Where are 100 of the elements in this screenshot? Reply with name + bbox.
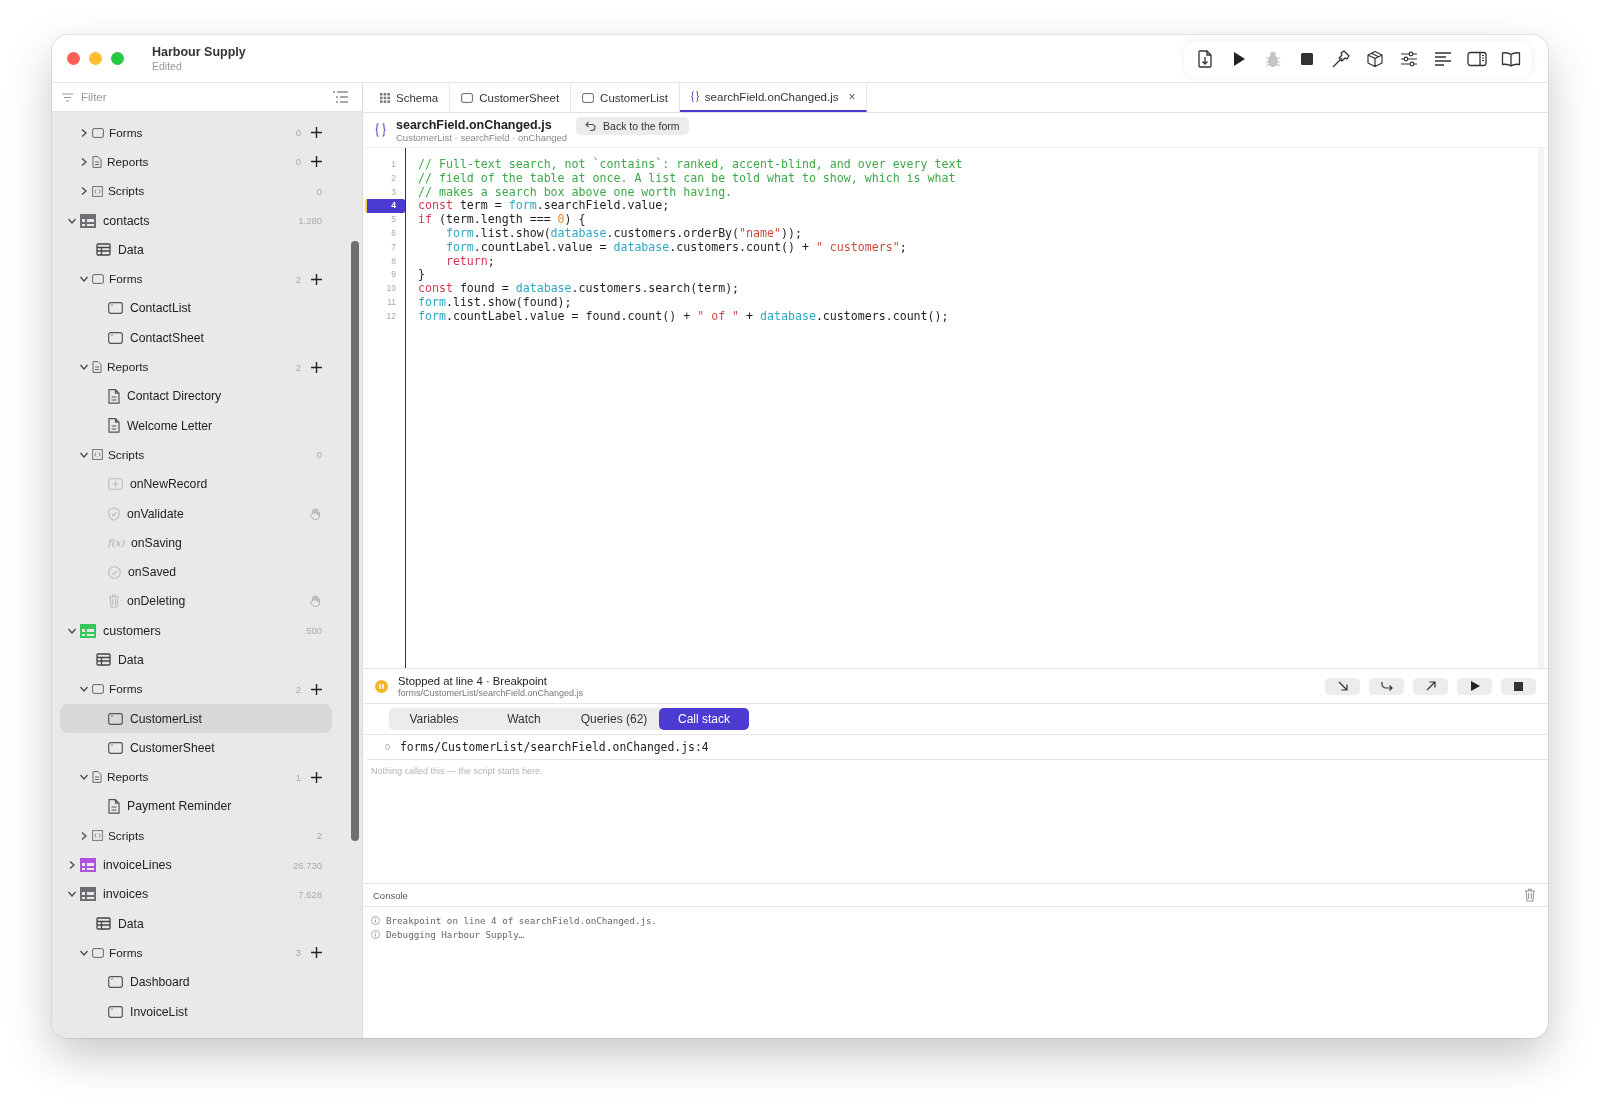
tree-item[interactable]: f(x) onSaving xyxy=(60,528,332,558)
tree-item-label: CustomerList xyxy=(130,711,202,726)
debugger-tab[interactable]: Watch xyxy=(479,708,569,730)
code-line: form.countLabel.value = found.count() + " of " + database.customers.count(); xyxy=(418,309,950,324)
chevron-icon[interactable] xyxy=(80,363,88,371)
chevron-icon[interactable] xyxy=(80,948,88,957)
arrow-up-right-icon xyxy=(1424,680,1437,692)
add-icon[interactable] xyxy=(311,127,322,139)
stack-frame[interactable]: forms/CustomerList/searchField.onChanged.js:4 xyxy=(400,740,709,754)
chevron-icon[interactable] xyxy=(68,216,76,225)
tree-item[interactable]: Welcome Letter xyxy=(60,410,332,441)
tree-item[interactable]: onValidate xyxy=(60,498,332,529)
scrollbar-thumb[interactable] xyxy=(351,241,359,841)
shield-icon xyxy=(108,506,120,521)
tree-item[interactable]: ContactList xyxy=(60,293,332,324)
add-icon[interactable] xyxy=(311,273,322,285)
tree-item-label: Forms xyxy=(109,125,143,140)
add-icon[interactable] xyxy=(311,156,322,168)
tree-item[interactable]: ContactSheet xyxy=(60,323,332,353)
window-icon xyxy=(92,127,104,138)
tree-item[interactable]: Dashboard xyxy=(60,967,332,997)
tree-item[interactable]: Payment Reminder xyxy=(60,791,332,822)
step-into-button[interactable] xyxy=(1325,677,1360,695)
play-icon xyxy=(1468,680,1481,692)
document-status: Edited xyxy=(152,60,183,72)
braces-icon xyxy=(375,123,386,137)
tree-item[interactable]: onNewRecord xyxy=(60,469,332,499)
add-icon[interactable] xyxy=(311,683,322,695)
close-window-button[interactable] xyxy=(67,52,80,65)
tree-item[interactable]: CustomerSheet xyxy=(60,733,332,763)
grid-icon xyxy=(380,92,390,103)
tree-item[interactable]: Data xyxy=(60,909,332,939)
tree-item-label: CustomerSheet xyxy=(130,740,215,755)
tree-item[interactable]: onSaved xyxy=(60,557,332,587)
call-stack-note: Nothing called this — the script starts here. xyxy=(370,765,544,776)
console-message: Breakpoint on line 4 of searchField.onChanged.js. xyxy=(386,914,658,926)
item-count: 1 xyxy=(295,771,301,783)
tree-item-label: Reports xyxy=(107,770,149,785)
chevron-icon[interactable] xyxy=(80,187,88,196)
tree-item[interactable]: invoiceLines 26.730 xyxy=(60,850,332,880)
chevron-icon[interactable] xyxy=(80,275,88,284)
window-icon xyxy=(108,741,123,754)
chevron-icon[interactable] xyxy=(68,861,76,870)
editor-tab[interactable]: CustomerSheet xyxy=(450,83,572,112)
filter-field[interactable]: Filter xyxy=(52,83,362,112)
tree-item-label: Contact Directory xyxy=(127,389,222,404)
tree-item[interactable]: InvoiceList xyxy=(60,996,332,1027)
step-over-button[interactable] xyxy=(1369,677,1404,695)
line-number[interactable]: 4 xyxy=(365,199,405,214)
tree-item[interactable]: Data xyxy=(60,645,332,675)
frame-index: 0 xyxy=(385,742,391,752)
chevron-icon[interactable] xyxy=(80,685,88,694)
item-count: 26.730 xyxy=(292,859,322,871)
editor-tab[interactable]: CustomerList xyxy=(571,83,680,112)
braces-icon xyxy=(690,91,699,102)
tree-item[interactable]: Data xyxy=(60,235,332,265)
editor-tab[interactable]: searchField.onChanged.js × xyxy=(679,83,868,112)
window-icon xyxy=(461,92,474,103)
document-icon xyxy=(92,771,102,784)
continue-button[interactable] xyxy=(1457,677,1492,695)
add-icon[interactable] xyxy=(311,771,322,783)
stop-button[interactable] xyxy=(1501,677,1536,695)
undo-arrow-icon xyxy=(585,121,597,131)
tree-item-label: Data xyxy=(118,242,144,257)
tree-item-label: onNewRecord xyxy=(130,477,208,492)
editor-tab[interactable]: Schema xyxy=(369,83,451,112)
chevron-icon[interactable] xyxy=(80,831,88,840)
chevron-icon[interactable] xyxy=(80,450,88,459)
step-out-button[interactable] xyxy=(1413,677,1448,695)
debugger-tab[interactable]: Queries (62) xyxy=(569,708,659,730)
debugger-tab[interactable]: Call stack xyxy=(659,708,749,730)
chevron-icon[interactable] xyxy=(68,626,76,635)
tree-item[interactable]: onDeleting xyxy=(60,586,332,617)
script-title: searchField.onChanged.js xyxy=(396,117,553,132)
info-icon xyxy=(371,915,380,925)
tree-item[interactable]: CustomerList xyxy=(60,703,332,734)
tree-item-label: Scripts xyxy=(108,184,145,199)
window-icon xyxy=(108,1005,123,1018)
chevron-icon[interactable] xyxy=(80,128,88,137)
chevron-icon[interactable] xyxy=(80,773,88,782)
filter-input[interactable]: Filter xyxy=(79,90,333,104)
close-tab-button[interactable]: × xyxy=(848,89,856,104)
window-icon xyxy=(108,302,123,315)
code-line: form.countLabel.value = database.customers.count() + " customers"; xyxy=(444,240,908,255)
add-icon[interactable] xyxy=(311,361,322,373)
tree-item[interactable]: customers 500 xyxy=(60,616,332,646)
add-icon[interactable] xyxy=(311,947,322,959)
debugger-tab[interactable]: Variables xyxy=(389,708,479,730)
tree-item[interactable]: Reports 1 xyxy=(60,762,332,792)
trash-icon[interactable] xyxy=(1524,888,1536,902)
tree-item[interactable]: Contact Directory xyxy=(60,381,332,411)
chevron-icon[interactable] xyxy=(80,157,88,166)
back-button[interactable]: Back to the form xyxy=(576,117,689,135)
tree-item-label: Scripts xyxy=(108,447,145,462)
chevron-icon[interactable] xyxy=(68,890,76,899)
code-line: } xyxy=(418,268,426,283)
table-icon xyxy=(96,653,111,667)
document-icon xyxy=(92,155,102,168)
tree-item[interactable]: contacts 1.280 xyxy=(60,205,332,236)
tree-item[interactable]: invoices 7.628 xyxy=(60,879,332,909)
